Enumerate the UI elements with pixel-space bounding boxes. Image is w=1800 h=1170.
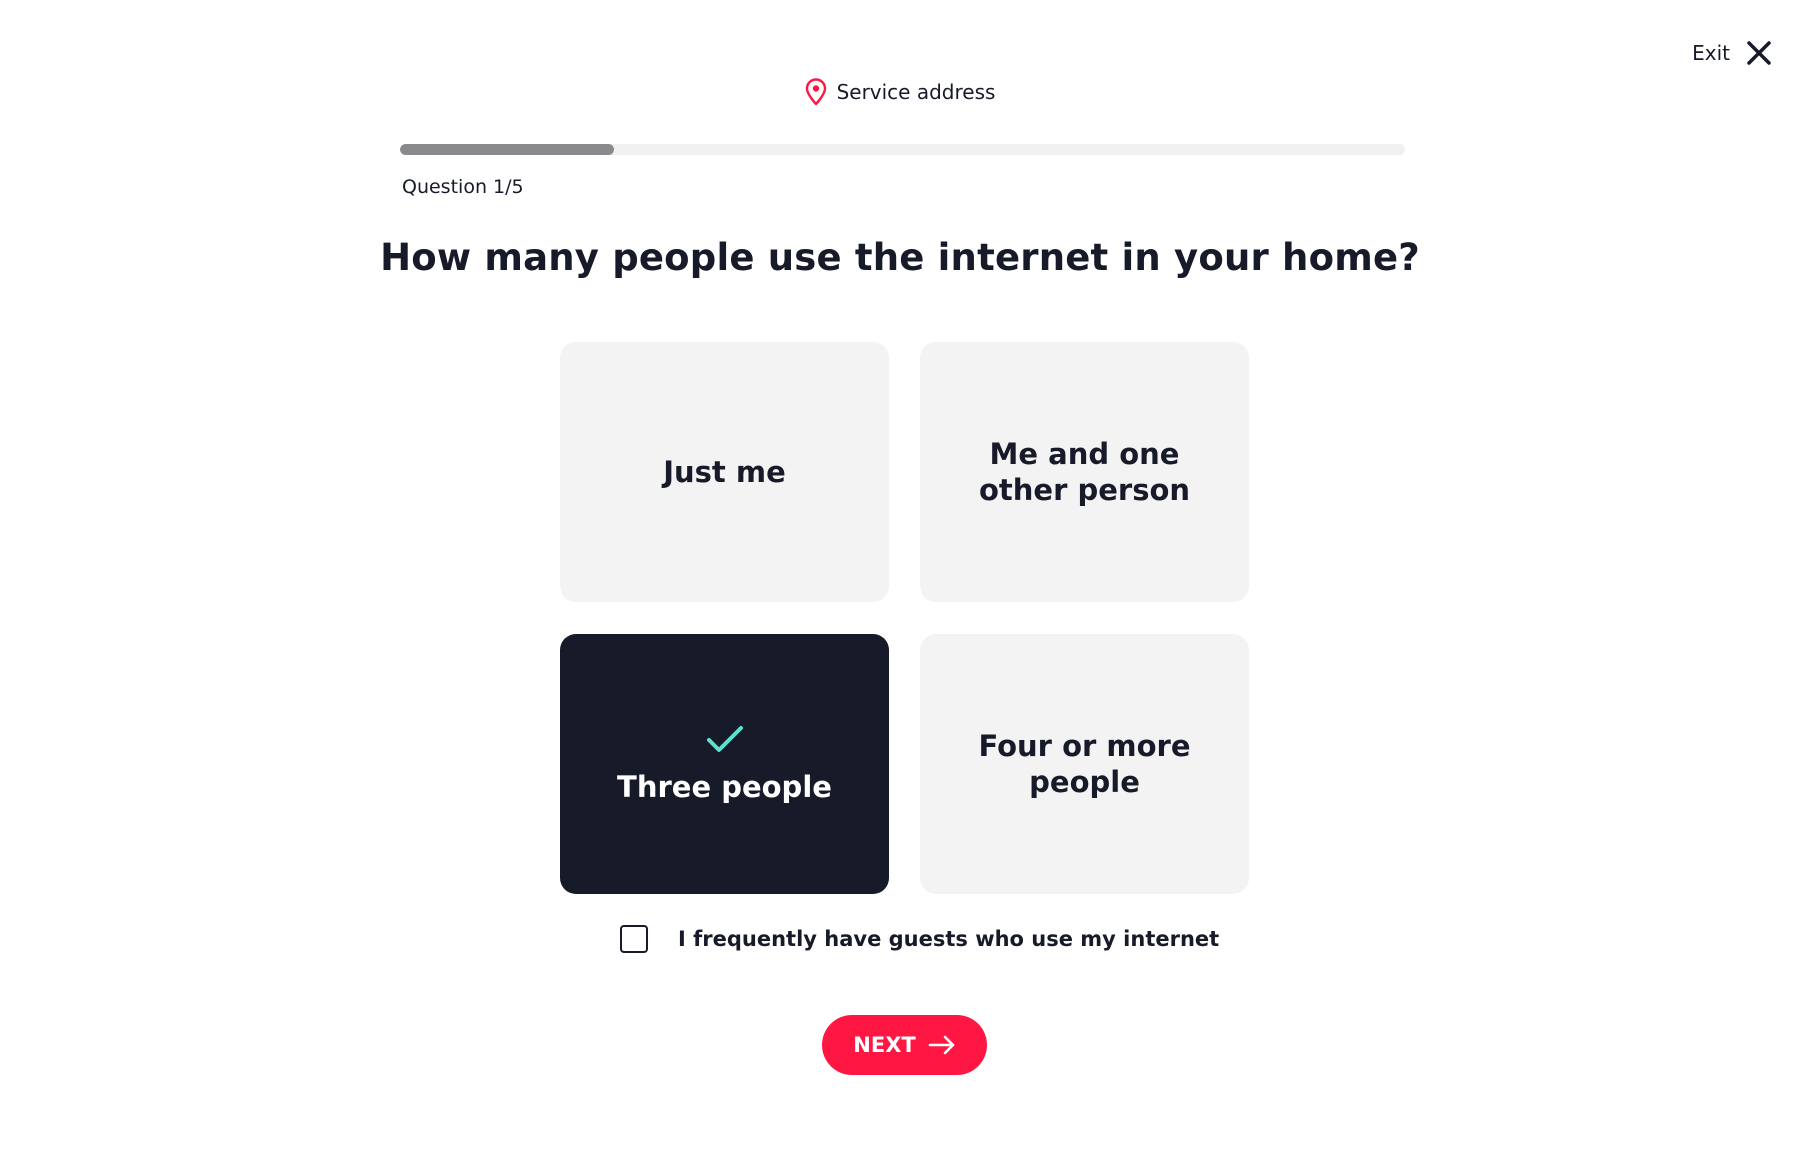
- option-label: Me and one other person: [978, 437, 1191, 507]
- exit-label: Exit: [1692, 41, 1730, 65]
- arrow-right-icon: [928, 1035, 955, 1055]
- option-label: Four or more people: [978, 729, 1191, 799]
- question-counter: Question 1/5: [402, 176, 524, 198]
- service-address-label: Service address: [836, 80, 996, 104]
- checkmark-icon: [706, 726, 743, 752]
- option-three-people[interactable]: Three people: [560, 634, 889, 894]
- progress-fill: [400, 144, 614, 155]
- close-icon[interactable]: [1744, 38, 1774, 68]
- guests-option[interactable]: I frequently have guests who use my inte…: [620, 925, 1219, 953]
- location-pin-icon: [805, 78, 826, 106]
- progress-bar: [400, 144, 1405, 155]
- next-button-label: NEXT: [853, 1033, 916, 1057]
- service-address: Service address: [0, 78, 1800, 106]
- guests-label: I frequently have guests who use my inte…: [678, 927, 1220, 951]
- option-me-and-one-other[interactable]: Me and one other person: [920, 342, 1249, 602]
- option-just-me[interactable]: Just me: [560, 342, 889, 602]
- answer-options: Just me Me and one other person Three pe…: [560, 342, 1250, 894]
- option-label: Three people: [617, 770, 832, 804]
- question-title: How many people use the internet in your…: [380, 236, 1420, 279]
- option-label: Just me: [663, 455, 786, 489]
- exit-button[interactable]: Exit: [1692, 38, 1774, 68]
- option-four-or-more[interactable]: Four or more people: [920, 634, 1249, 894]
- next-button[interactable]: NEXT: [822, 1015, 987, 1075]
- guests-checkbox[interactable]: [620, 925, 648, 953]
